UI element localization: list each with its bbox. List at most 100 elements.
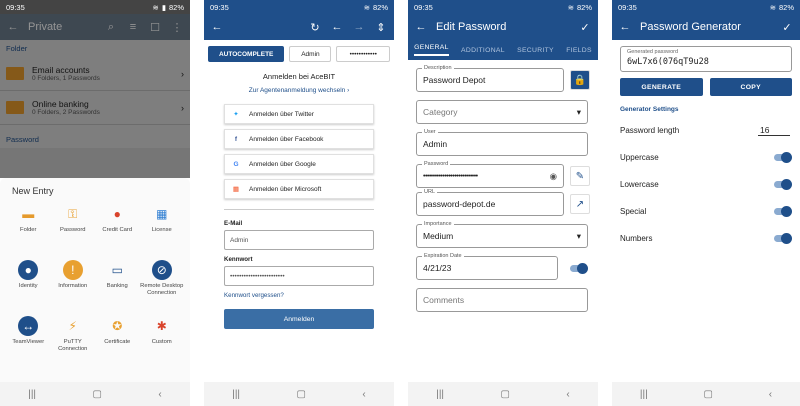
home-icon[interactable]: ▢ — [93, 389, 102, 400]
social-login-button[interactable]: G Anmelden über Google — [224, 154, 374, 174]
password-chip[interactable]: •••••••••••• — [336, 46, 390, 62]
entry-label: Remote Desktop Connection — [140, 283, 184, 296]
tab-additional[interactable]: ADDITIONAL — [461, 47, 505, 54]
entry-label: Folder — [20, 227, 37, 233]
battery-text: 82% — [372, 2, 388, 12]
eye-icon[interactable]: ◉ — [550, 171, 557, 182]
battery-text: 82% — [778, 2, 794, 12]
new-entry-7[interactable]: ⊘ Remote Desktop Connection — [140, 260, 185, 308]
status-bar: 09:35 ≋ ▮ 82% — [0, 0, 190, 14]
recents-icon[interactable]: ||| — [640, 389, 648, 400]
forgot-password-link[interactable]: Kennwort vergessen? — [224, 292, 374, 299]
phone-browser-autofill: 09:35 ≋ 82% ← ↻ ← → ⇕ AUTOCOMPLETE Admin … — [204, 0, 394, 406]
tab-security[interactable]: SECURITY — [517, 47, 554, 54]
back-icon[interactable]: ‹ — [362, 389, 365, 400]
category-select[interactable]: Category ▾ — [416, 100, 588, 124]
generator-settings-heading: Generator Settings — [620, 106, 679, 113]
password-field[interactable]: Password •••••••••••••••••••••••••••• ◉ — [416, 161, 564, 188]
twitter-icon: ✦ — [233, 111, 239, 118]
recents-icon[interactable]: ||| — [232, 389, 240, 400]
back-icon[interactable]: ‹ — [566, 389, 569, 400]
recents-icon[interactable]: ||| — [436, 389, 444, 400]
option-toggle[interactable] — [774, 152, 792, 163]
comments-placeholder: Comments — [423, 295, 465, 305]
status-time: 09:35 — [210, 2, 229, 12]
home-icon[interactable]: ▢ — [297, 389, 306, 400]
back-arrow-icon[interactable]: ← — [618, 20, 632, 34]
sign-in-button[interactable]: Anmelden — [224, 309, 374, 329]
back-arrow-icon[interactable]: ← — [414, 20, 428, 34]
entry-lock-icon[interactable]: 🔒 — [570, 70, 590, 90]
teamviewer-icon: ↔ — [18, 316, 39, 336]
new-entry-10[interactable]: ✪ Certificate — [95, 316, 140, 364]
expiration-field[interactable]: Expiration Date 4/21/23 — [416, 253, 558, 280]
back-icon[interactable]: ‹ — [158, 389, 161, 400]
option-toggle[interactable] — [774, 179, 792, 190]
description-label: Description — [422, 65, 454, 71]
status-time: 09:35 — [414, 2, 433, 12]
url-field[interactable]: URL password-depot.de — [416, 189, 564, 216]
user-chip[interactable]: Admin — [289, 46, 332, 62]
generated-password-field[interactable]: Generated password 6wL7x6(076qT9u28 — [620, 46, 792, 72]
expiration-label: Expiration Date — [422, 253, 464, 259]
password-mask: •••••••••••••••••••••••••••• — [423, 172, 478, 180]
new-entry-9[interactable]: ⚡ PuTTY Connection — [51, 316, 96, 364]
arrow-back-icon[interactable]: ← — [330, 20, 344, 34]
edit-pencil-icon[interactable]: ✎ — [570, 166, 590, 186]
user-field[interactable]: User Admin — [416, 129, 588, 156]
refresh-icon[interactable]: ↻ — [308, 20, 322, 34]
entry-label: Identity — [18, 283, 38, 289]
description-field[interactable]: Description Password Depot — [416, 65, 564, 92]
new-entry-5[interactable]: ! Information — [51, 260, 96, 308]
expand-icon[interactable]: ⇕ — [374, 20, 388, 34]
open-link-icon[interactable]: ↗ — [570, 194, 590, 214]
tab-general[interactable]: GENERAL — [414, 44, 449, 56]
divider — [224, 209, 374, 210]
password-field[interactable]: •••••••••••••••••••••••• — [224, 266, 374, 286]
password-label: Kennwort — [224, 256, 253, 263]
agent-switch-link[interactable]: Zur Agentenanmeldung wechseln › — [204, 87, 394, 94]
length-input[interactable]: 16 — [758, 125, 790, 136]
check-icon[interactable]: ✓ — [780, 20, 794, 34]
check-icon[interactable]: ✓ — [578, 20, 592, 34]
option-row: Uppercase — [620, 144, 792, 171]
arrow-forward-icon[interactable]: → — [352, 20, 366, 34]
tab-fields[interactable]: FIELDS — [566, 47, 592, 54]
signal-icon: ▮ — [161, 2, 166, 12]
social-login-button[interactable]: f Anmelden über Facebook — [224, 129, 374, 149]
dropdown-arrow-icon: ▾ — [576, 230, 581, 241]
comments-field[interactable]: Comments — [416, 288, 588, 312]
recents-icon[interactable]: ||| — [28, 389, 36, 400]
custom-icon: ✱ — [156, 319, 167, 333]
generate-button[interactable]: GENERATE — [620, 78, 703, 96]
back-icon[interactable]: ‹ — [769, 389, 772, 400]
email-field[interactable]: Admin — [224, 230, 374, 250]
social-login-label: Anmelden über Microsoft — [249, 185, 322, 193]
copy-button[interactable]: COPY — [709, 78, 792, 96]
importance-select[interactable]: Importance Medium ▾ — [416, 221, 588, 248]
new-entry-11[interactable]: ✱ Custom — [140, 316, 185, 364]
battery-text: 82% — [168, 2, 184, 12]
page-title: Edit Password — [436, 21, 507, 33]
home-icon[interactable]: ▢ — [501, 389, 510, 400]
new-entry-8[interactable]: ↔ TeamViewer — [6, 316, 51, 364]
social-login-button[interactable]: ✦ Anmelden über Twitter — [224, 104, 374, 124]
home-icon[interactable]: ▢ — [703, 389, 712, 400]
new-entry-3[interactable]: ▦ License — [140, 204, 185, 252]
new-entry-4[interactable]: ● Identity — [6, 260, 51, 308]
back-arrow-icon[interactable]: ← — [210, 20, 224, 34]
autocomplete-button[interactable]: AUTOCOMPLETE — [208, 46, 285, 62]
status-time: 09:35 — [618, 2, 637, 12]
option-toggle[interactable] — [774, 233, 792, 244]
social-login-button[interactable]: ▦ Anmelden über Microsoft — [224, 179, 374, 199]
battery-text: 82% — [576, 2, 592, 12]
new-entry-2[interactable]: ● Credit Card — [95, 204, 140, 252]
expiration-toggle[interactable] — [570, 262, 588, 274]
new-entry-1[interactable]: ⚿ Password — [51, 204, 96, 252]
new-entry-0[interactable]: ▬ Folder — [6, 204, 51, 252]
new-entry-6[interactable]: ▭ Banking — [95, 260, 140, 308]
length-row: Password length 16 — [620, 117, 790, 144]
option-toggle[interactable] — [774, 206, 792, 217]
scrim-overlay[interactable] — [0, 14, 190, 178]
remote-desktop-icon: ⊘ — [151, 260, 172, 280]
